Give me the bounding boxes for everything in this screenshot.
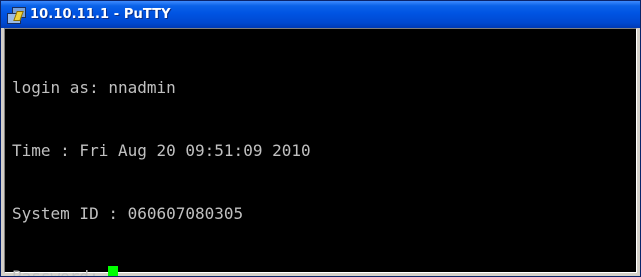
password-prompt: Password:	[12, 267, 109, 277]
terminal-line: Time : Fri Aug 20 09:51:09 2010	[12, 141, 311, 160]
putty-icon[interactable]	[7, 6, 26, 24]
terminal-frame: login as: nnadmin Time : Fri Aug 20 09:5…	[4, 28, 637, 276]
terminal-area[interactable]: login as: nnadmin Time : Fri Aug 20 09:5…	[12, 35, 632, 276]
window-title: 10.10.11.1 - PuTTY	[30, 7, 171, 22]
terminal-line: System ID : 060607080305	[12, 204, 244, 223]
terminal-line-password: Password:	[12, 266, 632, 277]
terminal-line: login as: nnadmin	[12, 78, 176, 97]
text-cursor	[108, 266, 119, 276]
title-bar[interactable]: 10.10.11.1 - PuTTY	[1, 1, 640, 28]
putty-window: 10.10.11.1 - PuTTY login as: nnadmin Tim…	[0, 0, 641, 277]
